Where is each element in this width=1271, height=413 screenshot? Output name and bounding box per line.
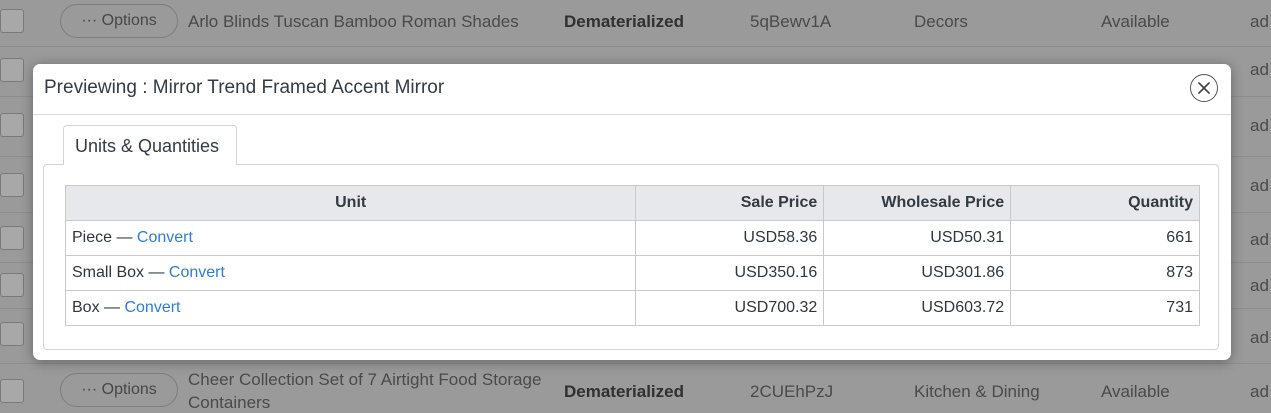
product-category: Kitchen & Dining [914,382,1040,401]
sale-price-cell: USD700.32 [635,290,825,326]
unit-separator: — [112,229,137,246]
modal-header: Previewing : Mirror Trend Framed Accent … [33,64,1231,115]
table-row: Box — Convert USD700.32 USD603.72 731 [64,290,1200,326]
background-row: ··· Options Cheer Collection Set of 7 Ai… [0,363,1271,412]
row-checkbox[interactable] [0,226,24,250]
header-quantity: Quantity [1010,185,1200,221]
modal-title: Previewing : Mirror Trend Framed Accent … [44,77,445,98]
product-name: Cheer Collection Set of 7 Airtight Food … [188,370,542,389]
unit-name: Piece [72,229,113,246]
quantity-cell: 873 [1010,255,1200,291]
wholesale-price-cell: USD50.31 [823,220,1012,256]
product-extra: ad [1250,176,1269,195]
product-extra: ad [1250,328,1269,347]
background-row: ··· Options Arlo Blinds Tuscan Bamboo Ro… [0,0,1271,47]
close-button[interactable] [1190,74,1218,102]
header-wholesale-price: Wholesale Price [823,185,1012,221]
table-row: Piece — Convert USD58.36 USD50.31 661 [64,220,1200,256]
unit-cell: Box — Convert [64,290,637,326]
sale-price-cell: USD350.16 [635,255,825,291]
product-extra: ad [1250,12,1269,31]
options-button[interactable]: ··· Options [60,4,178,38]
product-name-line2: Containers [188,393,271,412]
product-code: 2CUEhPzJ [750,382,834,401]
unit-name: Box [72,299,100,316]
quantity-cell: 731 [1010,290,1200,326]
units-table: Unit Sale Price Wholesale Price Quantity… [64,185,1200,326]
unit-cell: Piece — Convert [64,220,637,256]
header-unit: Unit [64,185,637,221]
row-checkbox[interactable] [0,173,24,197]
unit-separator: — [99,299,125,316]
product-name: Arlo Blinds Tuscan Bamboo Roman Shades [188,12,519,31]
wholesale-price-cell: USD603.72 [823,290,1012,326]
product-extra: ad [1250,60,1269,79]
options-button[interactable]: ··· Options [60,373,178,407]
product-extra: ad [1250,116,1269,135]
row-checkbox[interactable] [0,379,24,403]
product-availability: Available [1101,12,1170,31]
product-status: Dematerialized [564,382,684,401]
product-code: 5qBewv1A [750,12,832,31]
product-extra: ad [1250,276,1269,295]
tab-units-quantities[interactable]: Units & Quantities [63,125,237,165]
row-checkbox[interactable] [0,58,24,82]
product-status: Dematerialized [564,12,684,31]
table-header-row: Unit Sale Price Wholesale Price Quantity [64,185,1200,221]
convert-link[interactable]: Convert [124,299,180,316]
product-availability: Available [1101,382,1170,401]
table-row: Small Box — Convert USD350.16 USD301.86 … [64,255,1200,291]
wholesale-price-cell: USD301.86 [823,255,1012,291]
convert-link[interactable]: Convert [137,229,193,246]
row-checkbox[interactable] [0,322,24,346]
preview-modal: Previewing : Mirror Trend Framed Accent … [33,64,1231,360]
row-checkbox[interactable] [0,273,24,297]
convert-link[interactable]: Convert [169,264,225,281]
unit-name: Small Box [72,264,145,281]
row-checkbox[interactable] [0,9,24,33]
product-extra: ad [1250,230,1269,249]
product-extra: ad [1250,382,1269,401]
tab-panel: Unit Sale Price Wholesale Price Quantity… [43,164,1219,350]
product-category: Decors [914,12,968,31]
header-sale-price: Sale Price [635,185,825,221]
quantity-cell: 661 [1010,220,1200,256]
sale-price-cell: USD58.36 [635,220,825,256]
row-checkbox[interactable] [0,113,24,137]
unit-separator: — [144,264,169,281]
unit-cell: Small Box — Convert [64,255,637,291]
close-icon [1198,82,1210,94]
